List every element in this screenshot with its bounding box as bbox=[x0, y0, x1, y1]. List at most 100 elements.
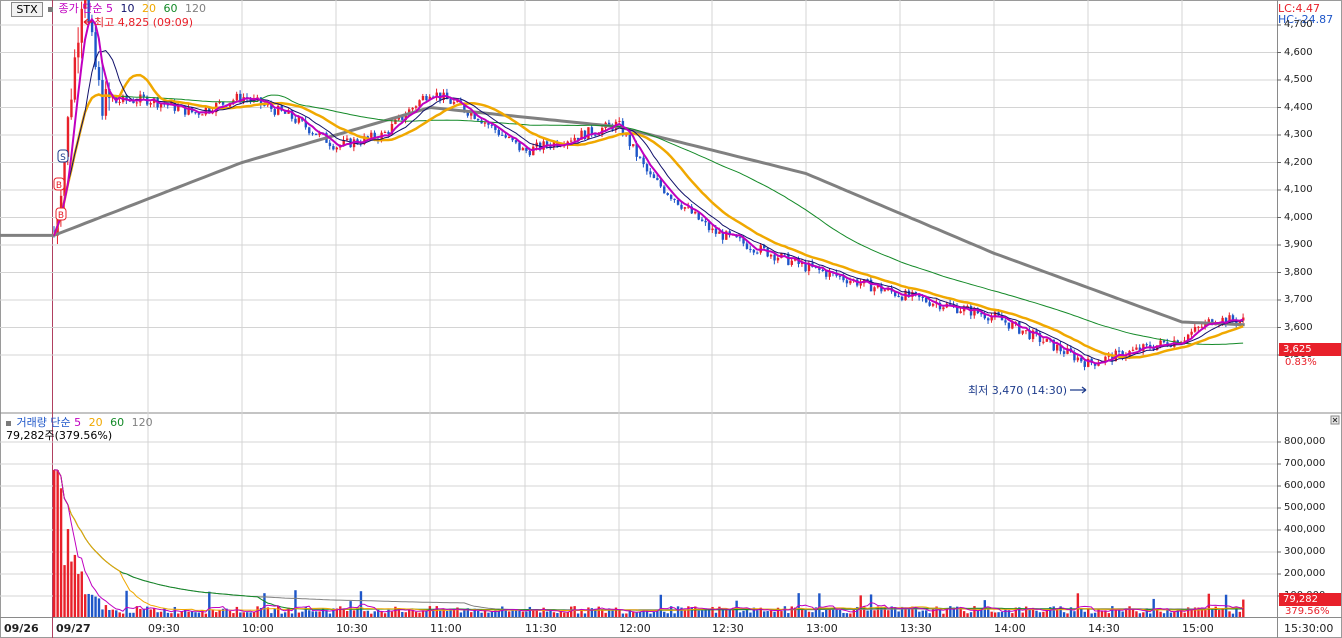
volume-bar bbox=[1042, 611, 1045, 617]
volume-bar bbox=[452, 609, 456, 617]
candle-body bbox=[501, 134, 504, 136]
candle-body bbox=[449, 99, 452, 104]
volume-bar bbox=[1169, 612, 1173, 617]
volume-bar bbox=[214, 612, 218, 617]
volume-bar bbox=[270, 613, 273, 617]
volume-bar bbox=[235, 606, 239, 617]
volume-bar bbox=[328, 613, 332, 617]
volume-tick-label: 600,000 bbox=[1284, 480, 1326, 491]
volume-bar bbox=[497, 611, 501, 617]
volume-tick-label: 200,000 bbox=[1284, 568, 1326, 579]
candle-body bbox=[135, 102, 139, 104]
volume-bar bbox=[1090, 613, 1093, 617]
volume-bar bbox=[563, 612, 566, 617]
volume-bar bbox=[321, 608, 325, 617]
current-volume-ratio: 379.56% bbox=[1285, 606, 1330, 617]
volume-bar bbox=[528, 606, 532, 617]
volume-bar bbox=[501, 606, 504, 617]
volume-bar bbox=[73, 554, 77, 617]
volume-bar bbox=[1111, 606, 1114, 617]
volume-bar bbox=[432, 610, 435, 617]
time-label: 13:30 bbox=[900, 622, 932, 635]
volume-bar bbox=[552, 612, 556, 617]
volume-bar bbox=[470, 612, 473, 617]
candle-body bbox=[683, 207, 687, 209]
candle-body bbox=[1083, 361, 1086, 367]
time-label: 15:30:00 bbox=[1284, 622, 1334, 635]
volume-bar bbox=[435, 606, 438, 617]
candle-body bbox=[507, 136, 511, 138]
volume-bar bbox=[659, 594, 663, 617]
volume-bar bbox=[1035, 610, 1038, 617]
date-label: 09/27 bbox=[56, 622, 91, 635]
volume-bar bbox=[94, 596, 97, 617]
volume-bar bbox=[869, 594, 873, 617]
price-tick-label: 4,700 bbox=[1284, 19, 1313, 30]
vol-ma5-line bbox=[53, 469, 1244, 613]
volume-bar bbox=[535, 610, 538, 617]
volume-bar bbox=[1080, 608, 1083, 617]
price-tick-label: 4,300 bbox=[1284, 129, 1313, 140]
ma20-line bbox=[52, 73, 1244, 359]
volume-bar bbox=[725, 609, 728, 617]
volume-bar bbox=[625, 613, 628, 617]
candle-body bbox=[1055, 344, 1059, 351]
volume-bar bbox=[969, 612, 973, 617]
candle-body bbox=[177, 106, 180, 111]
candle-body bbox=[273, 109, 276, 115]
volume-bar bbox=[587, 607, 590, 617]
candle-body bbox=[656, 178, 659, 180]
low-marker-label: 최저 3,470 (14:30) bbox=[968, 384, 1068, 397]
candle-body bbox=[587, 127, 590, 140]
volume-bar bbox=[1131, 609, 1135, 617]
price-tick-label: 3,900 bbox=[1284, 239, 1313, 250]
vol-legend-ma5: 5 bbox=[74, 416, 82, 429]
candle-body bbox=[504, 135, 507, 138]
candle-body bbox=[1045, 338, 1049, 342]
volume-bar bbox=[545, 611, 549, 617]
time-label: 11:00 bbox=[430, 622, 462, 635]
volume-bar bbox=[70, 561, 73, 617]
volume-bar bbox=[77, 573, 80, 617]
chart-canvas[interactable]: S B B bbox=[0, 0, 1342, 638]
candle-body bbox=[776, 257, 780, 261]
candle-body bbox=[370, 132, 373, 138]
candle-body bbox=[70, 99, 73, 118]
price-tick-label: 4,200 bbox=[1284, 156, 1313, 168]
stock-chart-window: SBB STX 종가 단순 5 10 20 60 120 LC:4.47 HC:… bbox=[0, 0, 1342, 638]
volume-bar bbox=[228, 611, 232, 617]
volume-bar bbox=[414, 611, 418, 617]
volume-bar bbox=[463, 610, 466, 617]
volume-bar bbox=[859, 595, 862, 617]
volume-bar bbox=[697, 610, 700, 617]
candle-body bbox=[694, 211, 697, 214]
volume-bar bbox=[1149, 613, 1152, 617]
volume-bar bbox=[90, 594, 94, 617]
candle-body bbox=[90, 22, 94, 33]
volume-bar bbox=[925, 610, 928, 617]
candle-body bbox=[394, 119, 397, 124]
volume-bar bbox=[828, 609, 831, 617]
volume-bar bbox=[1107, 613, 1111, 617]
candle-body bbox=[335, 147, 339, 150]
volume-bar bbox=[53, 469, 56, 617]
legend-marker-icon bbox=[6, 420, 11, 426]
price-legend: 종가 단순 5 10 20 60 120 bbox=[48, 2, 206, 15]
volume-bar bbox=[59, 488, 63, 617]
volume-bar bbox=[314, 611, 318, 617]
volume-bar bbox=[818, 593, 821, 617]
volume-bar bbox=[80, 571, 83, 617]
candle-body bbox=[149, 103, 152, 105]
volume-bar bbox=[849, 613, 852, 617]
volume-bar bbox=[366, 610, 370, 617]
volume-bar bbox=[1211, 609, 1214, 617]
ticker-box[interactable]: STX bbox=[11, 2, 43, 17]
candle-body bbox=[1024, 330, 1028, 332]
volume-bar bbox=[769, 610, 773, 617]
candle-body bbox=[73, 57, 77, 100]
volume-bar bbox=[525, 611, 528, 617]
volume-bar bbox=[118, 612, 121, 617]
time-label: 10:30 bbox=[336, 622, 368, 635]
legend-ma120: 120 bbox=[184, 2, 206, 15]
candle-body bbox=[1018, 322, 1021, 334]
